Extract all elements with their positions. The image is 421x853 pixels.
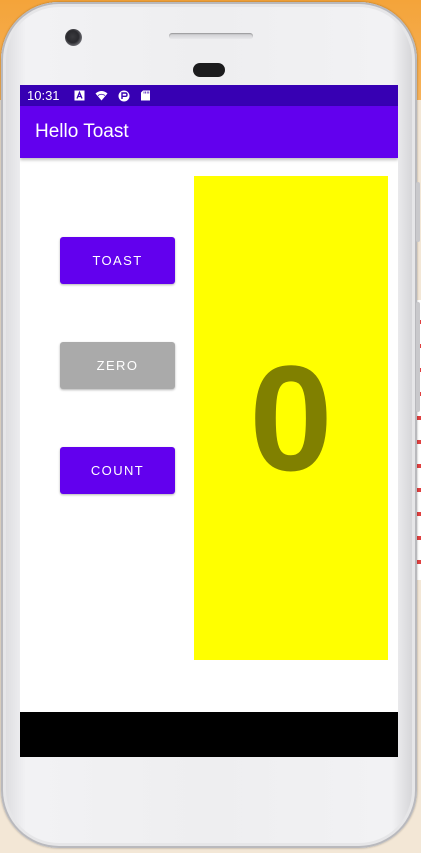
earpiece-speaker [169,33,253,39]
app-bar: Hello Toast [20,106,398,158]
power-button [416,182,420,242]
status-time: 10:31 [27,88,60,103]
device-screen: 10:31 Hello Toast TOAST ZERO COUNT 0 [20,85,398,757]
app-notification-icon [118,90,130,101]
count-display: 0 [194,176,388,660]
a-notification-icon [74,90,85,101]
toast-button[interactable]: TOAST [60,237,175,284]
status-bar: 10:31 [20,85,398,106]
app-title: Hello Toast [35,121,129,142]
count-button[interactable]: COUNT [60,447,175,494]
sd-card-icon [140,90,150,101]
zero-button[interactable]: ZERO [60,342,175,389]
navigation-bar [20,712,398,757]
count-value: 0 [249,334,333,502]
front-camera [65,29,82,46]
status-icons [74,90,151,102]
wifi-icon [95,91,108,101]
proximity-sensor [193,63,225,77]
volume-button [416,302,420,412]
